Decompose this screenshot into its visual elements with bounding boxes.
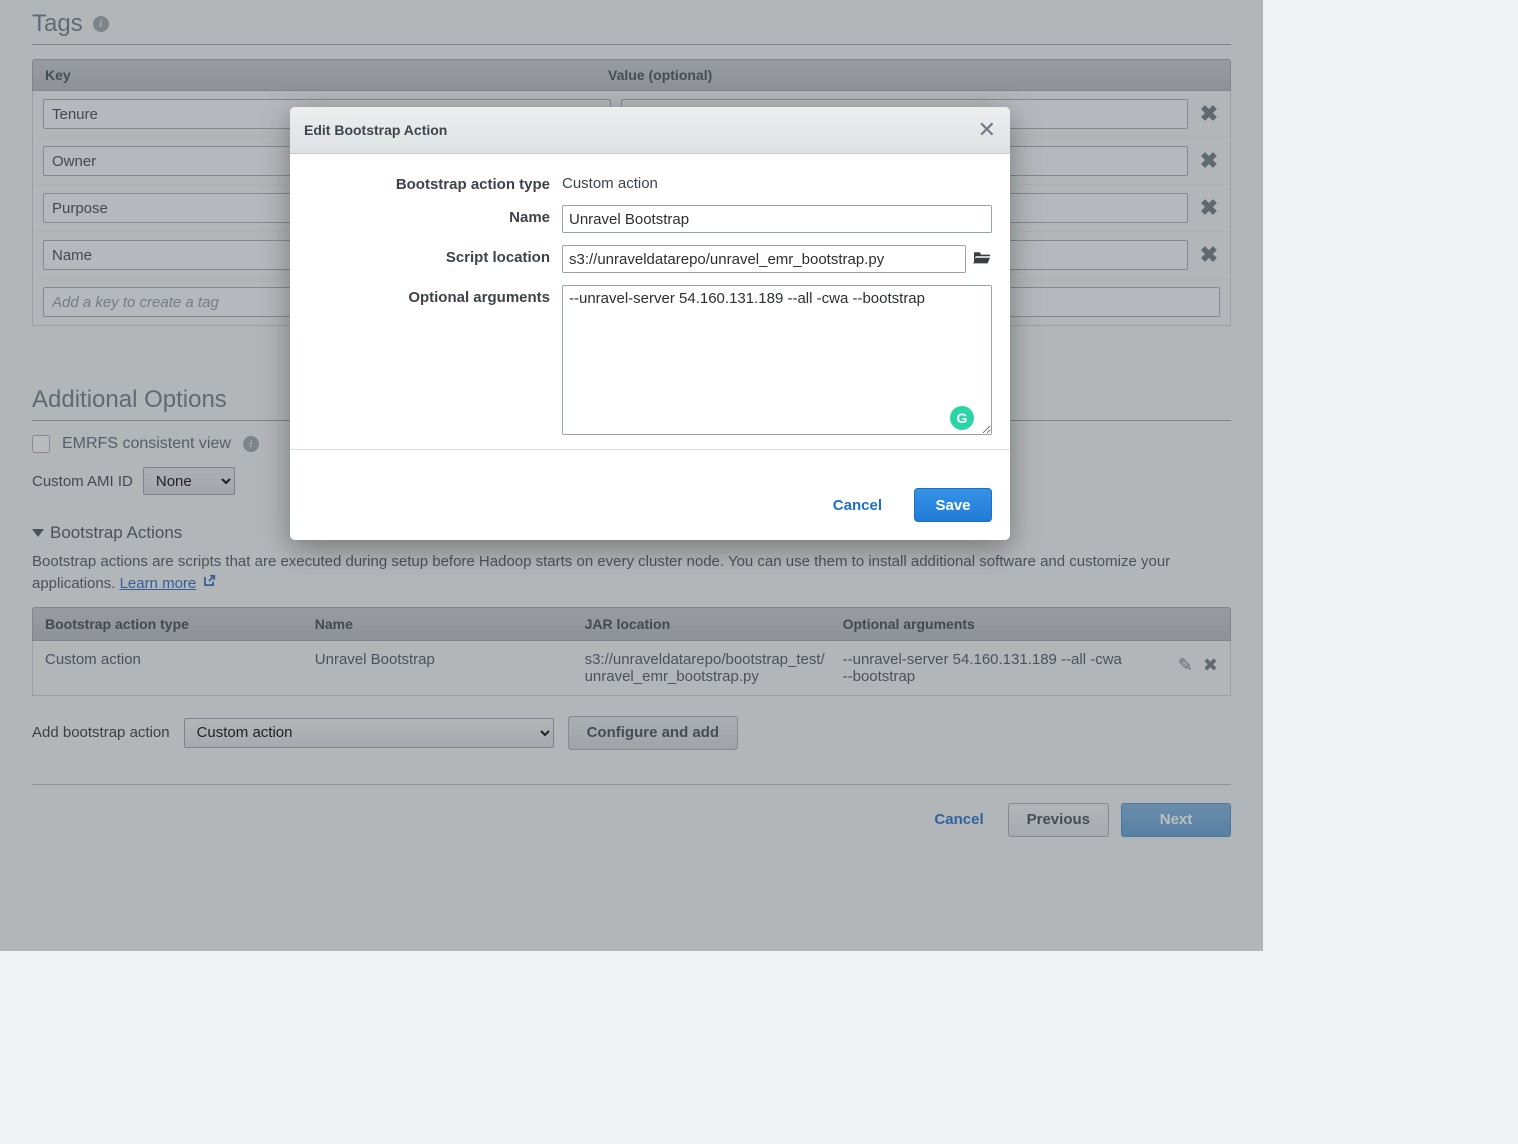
optional-args-textarea[interactable] [562, 285, 992, 435]
folder-open-icon[interactable] [972, 249, 992, 270]
modal-divider [290, 449, 1010, 450]
modal-footer: Cancel Save [290, 488, 1010, 540]
close-icon[interactable]: ✕ [978, 117, 996, 143]
label-name: Name [308, 205, 550, 226]
grammarly-icon[interactable]: G [950, 406, 974, 430]
label-script: Script location [308, 245, 550, 266]
name-input[interactable] [562, 205, 992, 233]
modal-title: Edit Bootstrap Action [304, 122, 447, 138]
script-location-input[interactable] [562, 245, 966, 273]
label-args: Optional arguments [308, 285, 550, 306]
value-action-type: Custom action [562, 172, 658, 192]
modal-cancel-link[interactable]: Cancel [821, 491, 894, 520]
modal-header: Edit Bootstrap Action ✕ [290, 107, 1010, 154]
label-action-type: Bootstrap action type [308, 172, 550, 193]
save-button[interactable]: Save [914, 488, 992, 522]
edit-bootstrap-modal: Edit Bootstrap Action ✕ Bootstrap action… [290, 107, 1010, 540]
